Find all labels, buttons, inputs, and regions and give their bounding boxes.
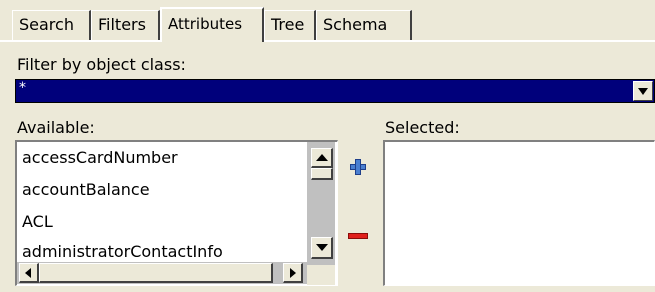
dropdown-button[interactable] bbox=[633, 81, 653, 101]
filter-label: Filter by object class: bbox=[17, 55, 186, 74]
list-item[interactable]: ACL bbox=[22, 212, 53, 231]
selected-list[interactable] bbox=[383, 140, 655, 286]
object-class-value: * bbox=[19, 80, 26, 96]
vertical-scrollbar[interactable] bbox=[307, 142, 335, 265]
arrow-up-icon bbox=[316, 154, 328, 161]
list-item[interactable]: accessCardNumber bbox=[22, 148, 178, 167]
list-item[interactable]: accountBalance bbox=[22, 180, 150, 199]
chevron-down-icon bbox=[638, 88, 648, 95]
scroll-left-button[interactable] bbox=[19, 263, 39, 283]
selected-label: Selected: bbox=[385, 118, 460, 137]
arrow-down-icon bbox=[316, 244, 328, 251]
scroll-up-button[interactable] bbox=[311, 148, 333, 168]
scroll-down-button[interactable] bbox=[311, 237, 333, 259]
object-class-select[interactable]: * bbox=[15, 79, 655, 103]
remove-attribute-button[interactable] bbox=[346, 229, 372, 243]
scrollbar-corner bbox=[307, 265, 335, 285]
vertical-scroll-thumb[interactable] bbox=[311, 168, 333, 180]
horizontal-scroll-thumb[interactable] bbox=[39, 263, 273, 283]
tab-attributes[interactable]: Attributes bbox=[160, 7, 264, 42]
horizontal-scrollbar[interactable] bbox=[17, 262, 307, 284]
tab-search[interactable]: Search bbox=[12, 10, 91, 40]
arrow-right-icon bbox=[290, 268, 296, 278]
add-attribute-button[interactable] bbox=[346, 155, 370, 179]
list-item[interactable]: administratorContactInfo bbox=[22, 242, 223, 261]
scroll-right-button[interactable] bbox=[283, 263, 303, 283]
tab-schema[interactable]: Schema bbox=[316, 10, 412, 40]
tab-filters[interactable]: Filters bbox=[91, 10, 160, 40]
tab-baseline bbox=[0, 40, 655, 42]
tab-bar: Search Filters Attributes Tree Schema bbox=[0, 0, 655, 42]
arrow-left-icon bbox=[25, 268, 31, 278]
tab-tree[interactable]: Tree bbox=[264, 10, 316, 40]
available-label: Available: bbox=[17, 118, 95, 137]
